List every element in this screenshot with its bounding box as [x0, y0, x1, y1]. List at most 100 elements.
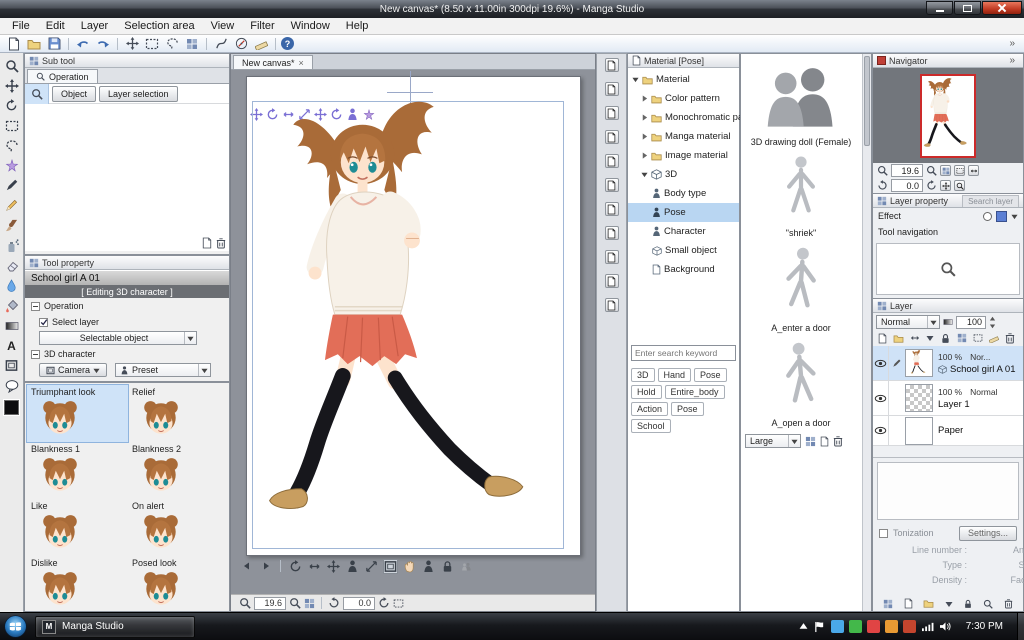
thumbnail-view-icon[interactable]	[805, 436, 816, 447]
tree-item-image-material[interactable]: Image material	[628, 146, 739, 165]
foreground-color-swatch[interactable]	[3, 399, 20, 416]
delete-layer-icon[interactable]	[1005, 332, 1015, 344]
effect-color-icon[interactable]	[996, 210, 1007, 222]
balloon-tool-icon[interactable]	[2, 376, 22, 395]
new-canvas-icon[interactable]	[5, 36, 23, 51]
titlebar[interactable]: New canvas* (8.50 x 11.00in 300dpi 19.6%…	[0, 0, 1024, 18]
volume-icon[interactable]	[939, 620, 952, 633]
tonization-checkbox[interactable]	[879, 528, 888, 538]
school-girl-3d-character[interactable]	[262, 99, 562, 554]
gradient-tool-icon[interactable]	[2, 316, 22, 335]
canvas-viewport[interactable]	[231, 70, 595, 596]
move-tool-icon[interactable]	[2, 76, 22, 95]
opacity-up-icon[interactable]	[989, 316, 996, 322]
compass-snap-icon[interactable]	[232, 36, 250, 51]
pen-tool-icon[interactable]	[2, 176, 22, 195]
ruler-snap-icon[interactable]	[252, 36, 270, 51]
save-icon[interactable]	[45, 36, 63, 51]
magic-wand-tool-icon[interactable]	[2, 156, 22, 175]
new-page-icon[interactable]	[904, 598, 913, 609]
new-folder-icon[interactable]	[893, 334, 904, 343]
pencil-tool-icon[interactable]	[2, 196, 22, 215]
show-hidden-icons-chevron[interactable]	[799, 622, 808, 631]
tray-app-icon[interactable]	[866, 620, 880, 633]
palette-grid-icon[interactable]	[883, 598, 893, 609]
lock-pose-icon[interactable]	[440, 559, 455, 574]
snap-icon[interactable]	[123, 36, 141, 51]
new-layer-icon[interactable]	[878, 333, 887, 344]
expression-item[interactable]: Triumphant look	[26, 384, 129, 443]
magnifier-icon[interactable]	[983, 598, 993, 609]
effect-radio-icon[interactable]	[983, 211, 992, 221]
close-button[interactable]	[982, 1, 1022, 15]
nav-zoom-value[interactable]: 19.6	[891, 164, 923, 177]
tool-navigation-box[interactable]	[876, 243, 1020, 295]
tag-pose-2[interactable]: Pose	[671, 402, 704, 416]
layer-row-paper[interactable]: Paper	[873, 416, 1023, 446]
docked-palette-icon[interactable]	[604, 226, 619, 240]
docked-palette-icon[interactable]	[604, 250, 619, 264]
opacity-slider-icon[interactable]	[943, 317, 953, 327]
tree-item-color-pattern[interactable]: Color pattern	[628, 89, 739, 108]
canvas-page[interactable]	[246, 71, 581, 556]
fill-tool-icon[interactable]	[2, 296, 22, 315]
taskbar-clock[interactable]: 7:30 PM	[966, 621, 1003, 632]
layer-visibility-toggle[interactable]	[873, 381, 889, 415]
nav-zoom-in-icon[interactable]	[926, 165, 937, 176]
character-select-icon[interactable]	[421, 559, 436, 574]
lock-icon[interactable]	[963, 598, 973, 609]
navigator-preview-area[interactable]	[873, 68, 1023, 163]
prev-page-icon[interactable]	[239, 559, 254, 574]
layer-selection-button[interactable]: Layer selection	[99, 85, 178, 102]
add-subtool-icon[interactable]	[202, 237, 212, 249]
maximize-button[interactable]	[954, 1, 981, 15]
action-center-flag-icon[interactable]	[813, 620, 826, 633]
menu-layer[interactable]: Layer	[73, 20, 117, 32]
brush-tool-icon[interactable]	[2, 216, 22, 235]
rotate-ccw-icon[interactable]	[328, 597, 340, 609]
material-item-open-door[interactable]: A_open a door	[741, 333, 861, 428]
expression-item[interactable]: Posed look	[128, 556, 229, 612]
start-button[interactable]	[4, 615, 27, 638]
expression-item[interactable]: Like	[27, 499, 128, 556]
add-material-icon[interactable]	[820, 436, 829, 447]
nav-rotate-ccw-icon[interactable]	[877, 180, 888, 191]
tag-entire-body[interactable]: Entire_body	[664, 385, 725, 399]
reset-rotation-icon[interactable]	[393, 598, 404, 609]
tag-hand[interactable]: Hand	[657, 368, 692, 382]
material-search-input[interactable]	[631, 345, 736, 361]
zoom-in-icon[interactable]	[289, 597, 301, 609]
docked-palette-icon[interactable]	[604, 202, 619, 216]
object-button[interactable]: Object	[52, 85, 97, 102]
zoom-tool-icon[interactable]	[2, 56, 22, 75]
redo-icon[interactable]	[94, 36, 112, 51]
tab-close-icon[interactable]: ×	[299, 58, 304, 68]
nav-zoom-out-icon[interactable]	[877, 165, 888, 176]
ruler-layer-icon[interactable]	[989, 333, 999, 343]
menu-edit[interactable]: Edit	[38, 20, 73, 32]
move-view-icon[interactable]	[326, 559, 341, 574]
expression-item[interactable]: On alert	[128, 499, 229, 556]
frame-border-tool-icon[interactable]	[2, 356, 22, 375]
delete-material-icon[interactable]	[833, 435, 843, 447]
taskbar-app-manga-studio[interactable]: M Manga Studio	[35, 615, 195, 638]
material-item-enter-door[interactable]: A_enter a door	[741, 238, 861, 333]
show-desktop-button[interactable]	[1017, 612, 1024, 640]
docked-palette-icon[interactable]	[604, 298, 619, 312]
selectable-object-dropdown[interactable]: Selectable object	[39, 331, 197, 345]
transfer-layer-icon[interactable]	[910, 333, 920, 343]
tree-item-character[interactable]: Character	[628, 222, 739, 241]
menu-help[interactable]: Help	[338, 20, 377, 32]
tag-pose[interactable]: Pose	[694, 368, 727, 382]
next-page-icon[interactable]	[258, 559, 273, 574]
lasso-tool-icon[interactable]	[2, 136, 22, 155]
flip-view-icon[interactable]	[307, 559, 322, 574]
frame-mode-icon[interactable]	[383, 558, 398, 574]
docked-palette-icon[interactable]	[604, 154, 619, 168]
collapse-3d-character-icon[interactable]	[31, 349, 40, 359]
layer-opacity-value[interactable]: 100	[956, 315, 986, 329]
text-tool-icon[interactable]: A	[2, 336, 22, 355]
material-item-doll[interactable]: 3D drawing doll (Female)	[741, 54, 861, 147]
expression-item[interactable]: Blankness 1	[27, 442, 128, 499]
docked-palette-icon[interactable]	[604, 130, 619, 144]
